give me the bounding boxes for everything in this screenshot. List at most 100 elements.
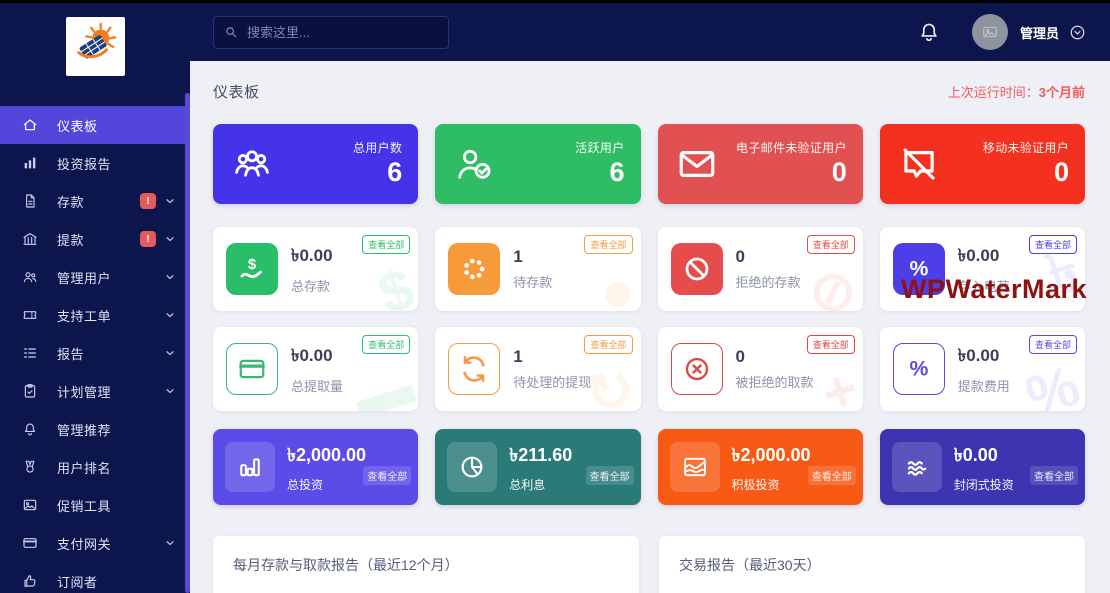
card-label: 存入电荷 — [958, 276, 1010, 295]
total-interest-card: ৳211.60 总利息 查看全部 — [435, 429, 640, 505]
sidebar-item-investment-report[interactable]: 投资报告 — [0, 144, 190, 182]
email-unverified-users-card: 电子邮件未验证用户 0 — [658, 124, 863, 204]
sidebar-item-label: 促销工具 — [57, 496, 111, 515]
view-all-button[interactable]: 查看全部 — [362, 235, 410, 254]
card-value: 1 — [513, 247, 522, 266]
sidebar-item-user-ranking[interactable]: 用户排名 — [0, 448, 190, 486]
ad-image-icon — [22, 497, 38, 513]
ghost-icon: $ — [370, 255, 418, 311]
sidebar-item-plan-management[interactable]: 计划管理 — [0, 372, 190, 410]
page-title: 仪表板 — [213, 81, 260, 102]
list-icon — [22, 345, 38, 361]
main-content: 仪表板 上次运行时间：3个月前 总用户数 6 活跃用户 6 电子邮件未验证用户 … — [190, 61, 1110, 593]
ghost-icon: ▬ — [345, 351, 418, 411]
last-run-label: 上次运行时间： — [948, 85, 1039, 100]
view-all-button[interactable]: 查看全部 — [807, 335, 855, 354]
view-all-button[interactable]: 查看全部 — [1030, 466, 1078, 485]
sidebar-item-subscribers[interactable]: 订阅者 — [0, 562, 190, 593]
bar-chart-icon — [22, 155, 38, 171]
bell-icon[interactable] — [918, 21, 940, 43]
total-users-card: 总用户数 6 — [213, 124, 418, 204]
view-all-button[interactable]: 查看全部 — [1029, 235, 1077, 254]
card-value: 0 — [736, 247, 745, 266]
view-all-button[interactable]: 查看全部 — [362, 335, 410, 354]
stat-value: 6 — [609, 157, 624, 187]
view-all-button[interactable]: 查看全部 — [1029, 335, 1077, 354]
stat-label: 电子邮件未验证用户 — [736, 141, 847, 155]
solar-logo-icon — [72, 21, 118, 72]
card-value: ৳211.60 — [509, 445, 572, 465]
sidebar-item-manage-referrals[interactable]: 管理推荐 — [0, 410, 190, 448]
last-run-time: 上次运行时间：3个月前 — [948, 82, 1085, 101]
stat-value: 0 — [1054, 157, 1069, 187]
card-label: 拒绝的存款 — [736, 272, 801, 291]
ghost-icon: ● — [590, 254, 641, 311]
active-invest-card: ৳2,000.00 积极投资 查看全部 — [658, 429, 863, 505]
closed-invest-card: ৳0.00 封闭式投资 查看全部 — [880, 429, 1085, 505]
user-name[interactable]: 管理员 — [1020, 23, 1059, 42]
search-icon — [224, 25, 238, 39]
ban-icon — [682, 254, 712, 284]
card-value: ৳0.00 — [958, 246, 1000, 265]
active-users-card: 活跃用户 6 — [435, 124, 640, 204]
deposit-summary-row: $ ৳0.00 总存款 查看全部 $ 1 待存款 查看全部 ● 0 拒绝的存款 … — [213, 227, 1085, 311]
sidebar-item-support-tickets[interactable]: 支持工单 — [0, 296, 190, 334]
sidebar-item-promotion-tools[interactable]: 促销工具 — [0, 486, 190, 524]
card-value: ৳0.00 — [954, 445, 998, 465]
view-all-button[interactable]: 查看全部 — [363, 466, 411, 485]
chart-area-icon — [681, 453, 709, 481]
top-header: 管理员 — [190, 3, 1110, 61]
sidebar-item-deposits[interactable]: 存款 ! — [0, 182, 190, 220]
hand-dollar-icon: $ — [237, 254, 267, 284]
pending-deposits-card: 1 待存款 查看全部 ● — [435, 227, 640, 311]
chevron-down-icon — [164, 195, 176, 207]
ghost-icon: ⊘ — [799, 251, 863, 311]
percent-icon: % — [904, 254, 934, 284]
view-all-button[interactable]: 查看全部 — [584, 235, 632, 254]
credit-card-outline-icon — [237, 354, 267, 384]
image-placeholder-icon — [981, 23, 999, 41]
sidebar-item-dashboard[interactable]: 仪表板 — [0, 106, 190, 144]
view-all-button[interactable]: 查看全部 — [807, 235, 855, 254]
svg-text:%: % — [909, 256, 928, 280]
sidebar-item-payment-gateways[interactable]: 支付网关 — [0, 524, 190, 562]
monthly-report-panel: 每月存款与取款报告（最近12个月） — [213, 536, 639, 593]
sidebar-scrollbar[interactable] — [185, 93, 190, 593]
view-all-button[interactable]: 查看全部 — [808, 466, 856, 485]
card-label: 待存款 — [513, 272, 552, 291]
chart-column-icon — [236, 453, 264, 481]
svg-text:$: $ — [248, 256, 257, 273]
sidebar-item-label: 投资报告 — [57, 154, 111, 173]
card-label: 封闭式投资 — [954, 476, 1014, 493]
avatar[interactable] — [972, 14, 1008, 50]
sidebar-item-label: 计划管理 — [57, 382, 111, 401]
envelope-icon — [676, 143, 718, 185]
stat-label: 活跃用户 — [575, 141, 624, 155]
stat-value: 6 — [387, 157, 402, 187]
view-all-button[interactable]: 查看全部 — [586, 466, 634, 485]
chevron-down-icon — [164, 385, 176, 397]
logo-area — [0, 0, 190, 93]
percent-icon: % — [904, 354, 934, 384]
total-withdrawals-card: ৳0.00 总提取量 查看全部 ▬ — [213, 327, 418, 411]
sidebar-item-withdrawals[interactable]: 提款 ! — [0, 220, 190, 258]
chart-pie-icon — [458, 453, 486, 481]
deposit-charge-card: % ৳0.00 存入电荷 查看全部 ৳ — [880, 227, 1085, 311]
brand-logo[interactable] — [66, 17, 125, 76]
chevron-down-icon — [164, 537, 176, 549]
search-input[interactable] — [247, 25, 427, 40]
rejected-deposits-card: 0 拒绝的存款 查看全部 ⊘ — [658, 227, 863, 311]
investment-row: ৳2,000.00 总投资 查看全部 ৳211.60 总利息 查看全部 ৳2,0… — [213, 429, 1085, 505]
card-value: 0 — [736, 347, 745, 366]
ticket-icon — [22, 307, 38, 323]
card-label: 总利息 — [509, 476, 572, 493]
bank-icon — [22, 231, 38, 247]
chevron-down-circle-icon[interactable] — [1069, 24, 1086, 41]
view-all-button[interactable]: 查看全部 — [584, 335, 632, 354]
alert-badge: ! — [140, 193, 156, 209]
stat-value: 0 — [832, 157, 847, 187]
alert-badge: ! — [140, 231, 156, 247]
sidebar-item-label: 管理推荐 — [57, 420, 111, 439]
sidebar-item-reports[interactable]: 报告 — [0, 334, 190, 372]
sidebar-item-manage-users[interactable]: 管理用户 — [0, 258, 190, 296]
